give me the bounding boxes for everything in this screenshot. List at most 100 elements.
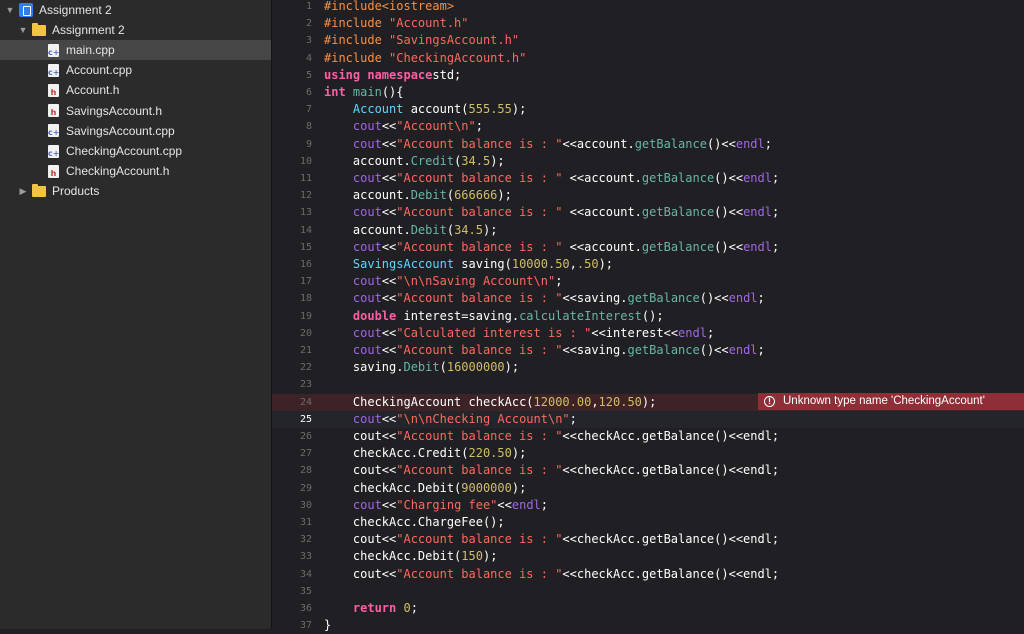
code-line[interactable]: 10 account.Credit(34.5); <box>272 153 1024 170</box>
code-line[interactable]: 28 cout<<"Account balance is : "<<checkA… <box>272 462 1024 479</box>
code-line[interactable]: 27 checkAcc.Credit(220.50); <box>272 445 1024 462</box>
line-number: 2 <box>305 18 312 30</box>
code-line[interactable]: 5 using namespacestd; <box>272 67 1024 84</box>
line-number: 15 <box>299 241 312 253</box>
code-line[interactable]: 11 cout<<"Account balance is : " <<accou… <box>272 170 1024 187</box>
navigator-file-row[interactable]: c+ main.cpp <box>0 40 271 60</box>
folder-icon <box>32 183 46 197</box>
code-token: <<saving. <box>562 291 628 306</box>
code-line[interactable]: 9 cout<<"Account balance is : "<<account… <box>272 136 1024 153</box>
line-number: 14 <box>299 224 312 236</box>
code-line[interactable]: 35 <box>272 583 1024 600</box>
error-annotation[interactable]: ! Unknown type name 'CheckingAccount' <box>758 393 1024 410</box>
code-token: << <box>381 171 397 185</box>
disclosure-open-icon[interactable]: ▼ <box>4 5 16 15</box>
navigator-products-row[interactable]: ▶ Products <box>0 181 271 201</box>
code-line[interactable]: 36 return 0; <box>272 600 1024 617</box>
navigator-file-row[interactable]: h CheckingAccount.h <box>0 161 271 181</box>
code-token: ( <box>446 222 455 237</box>
project-navigator: ▼ Assignment 2 ▼ Assignment 2 c+ main.cpp… <box>0 0 272 629</box>
code-token: account. <box>324 153 411 168</box>
code-token: "Account balance is : " <box>396 239 563 254</box>
code-line[interactable]: 14 account.Debit(34.5); <box>272 222 1024 239</box>
code-token: (); <box>641 308 664 323</box>
code-token: "CheckingAccount.h" <box>389 50 527 65</box>
code-line[interactable]: 12 account.Debit(666666); <box>272 187 1024 204</box>
code-token: #include<iostream> <box>324 0 455 13</box>
code-token: getBalance <box>627 291 700 306</box>
code-token: "Account balance is : " <box>396 171 563 185</box>
code-token: << <box>497 497 512 512</box>
code-token: checkAcc.Debit( <box>324 549 462 564</box>
code-line[interactable]: 2 #include "Account.h" <box>272 15 1024 32</box>
navigator-file-row[interactable]: c+ CheckingAccount.cpp <box>0 141 271 161</box>
code-line[interactable]: 20 cout<<"Calculated interest is : "<<in… <box>272 325 1024 342</box>
code-token: 9000000 <box>461 480 512 495</box>
code-token: ()<< <box>714 205 744 220</box>
code-line[interactable]: 3 #include "SavingsAccount.h" <box>272 32 1024 49</box>
disclosure-open-icon[interactable]: ▼ <box>17 25 29 35</box>
code-token: "Account balance is : " <box>396 532 563 547</box>
code-token: 16000000 <box>446 360 505 375</box>
code-line[interactable]: 31 checkAcc.ChargeFee(); <box>272 514 1024 531</box>
code-line[interactable]: 33 checkAcc.Debit(150); <box>272 548 1024 565</box>
header-file-icon: h <box>48 164 59 178</box>
code-token: } <box>324 618 332 633</box>
code-token: << <box>381 119 397 134</box>
code-editor[interactable]: 1 #include<iostream> 2 #include "Account.h"… <box>272 0 1024 632</box>
code-line[interactable]: 21 cout<<"Account balance is : "<<saving… <box>272 342 1024 359</box>
project-name: Assignment 2 <box>39 3 112 17</box>
code-line[interactable]: 22 saving.Debit(16000000); <box>272 359 1024 376</box>
code-line[interactable]: 32 cout<<"Account balance is : "<<checkA… <box>272 531 1024 548</box>
code-line[interactable]: 15 cout<<"Account balance is : " <<accou… <box>272 239 1024 256</box>
code-token: cout <box>352 291 382 306</box>
code-line[interactable]: 4 #include "CheckingAccount.h" <box>272 50 1024 67</box>
line-number: 26 <box>299 431 312 442</box>
code-token: int <box>324 85 353 99</box>
code-line[interactable]: 30 cout<<"Charging fee"<<endl; <box>272 497 1024 514</box>
code-line[interactable]: 37} <box>272 617 1024 634</box>
code-token: endl <box>735 136 765 151</box>
code-text: using namespacestd; <box>324 67 461 84</box>
navigator-project-row[interactable]: ▼ Assignment 2 <box>0 0 271 20</box>
code-line[interactable]: 34 cout<<"Account balance is : "<<checkA… <box>272 566 1024 583</box>
code-line[interactable]: 29 checkAcc.Debit(9000000); <box>272 480 1024 497</box>
code-line[interactable]: 17 cout<<"\n\nSaving Account\n"; <box>272 273 1024 290</box>
code-token: ); <box>482 549 498 564</box>
code-token: Debit <box>403 360 440 375</box>
navigator-file-row[interactable]: h SavingsAccount.h <box>0 101 271 121</box>
code-token: cout <box>352 274 382 289</box>
code-line[interactable]: 25 cout<<"\n\nChecking Account\n"; <box>272 410 1024 428</box>
code-token: return <box>352 601 404 615</box>
code-token: << <box>381 239 397 254</box>
navigator-group-row[interactable]: ▼ Assignment 2 <box>0 20 271 40</box>
code-line[interactable]: 6 int main(){ <box>272 84 1024 101</box>
code-text: #include "SavingsAccount.h" <box>324 32 519 49</box>
code-line[interactable]: 16 SavingsAccount saving(10000.50,.50); <box>272 256 1024 273</box>
line-number: 30 <box>299 499 312 511</box>
code-line[interactable]: 19 double interest=saving.calculateInter… <box>272 308 1024 325</box>
code-line[interactable]: 13 cout<<"Account balance is : " <<accou… <box>272 204 1024 221</box>
code-line[interactable]: 26 cout<<"Account balance is : "<<checkA… <box>272 428 1024 445</box>
code-line[interactable]: 1 #include<iostream> <box>272 0 1024 15</box>
code-line[interactable]: 8 cout<<"Account\n"; <box>272 118 1024 135</box>
line-number: 13 <box>299 207 312 219</box>
code-text: Account account(555.55); <box>324 101 526 118</box>
code-text: account.Debit(666666); <box>324 187 512 204</box>
line-number: 6 <box>305 87 312 98</box>
code-line[interactable]: 7 Account account(555.55); <box>272 101 1024 118</box>
navigator-file-row[interactable]: c+ SavingsAccount.cpp <box>0 121 271 141</box>
navigator-file-row[interactable]: h Account.h <box>0 80 271 100</box>
disclosure-closed-icon[interactable]: ▶ <box>17 186 29 197</box>
header-file-icon: h <box>48 83 59 97</box>
code-line[interactable]: 18 cout<<"Account balance is : "<<saving… <box>272 290 1024 307</box>
code-token: cout<< <box>324 429 397 443</box>
code-token: "Account balance is : " <box>396 291 563 306</box>
code-line[interactable]: 23 <box>272 376 1024 393</box>
code-text: checkAcc.Debit(9000000); <box>324 480 526 497</box>
code-token: "\n\nSaving Account\n" <box>396 274 556 289</box>
navigator-file-row[interactable]: c+ Account.cpp <box>0 60 271 80</box>
